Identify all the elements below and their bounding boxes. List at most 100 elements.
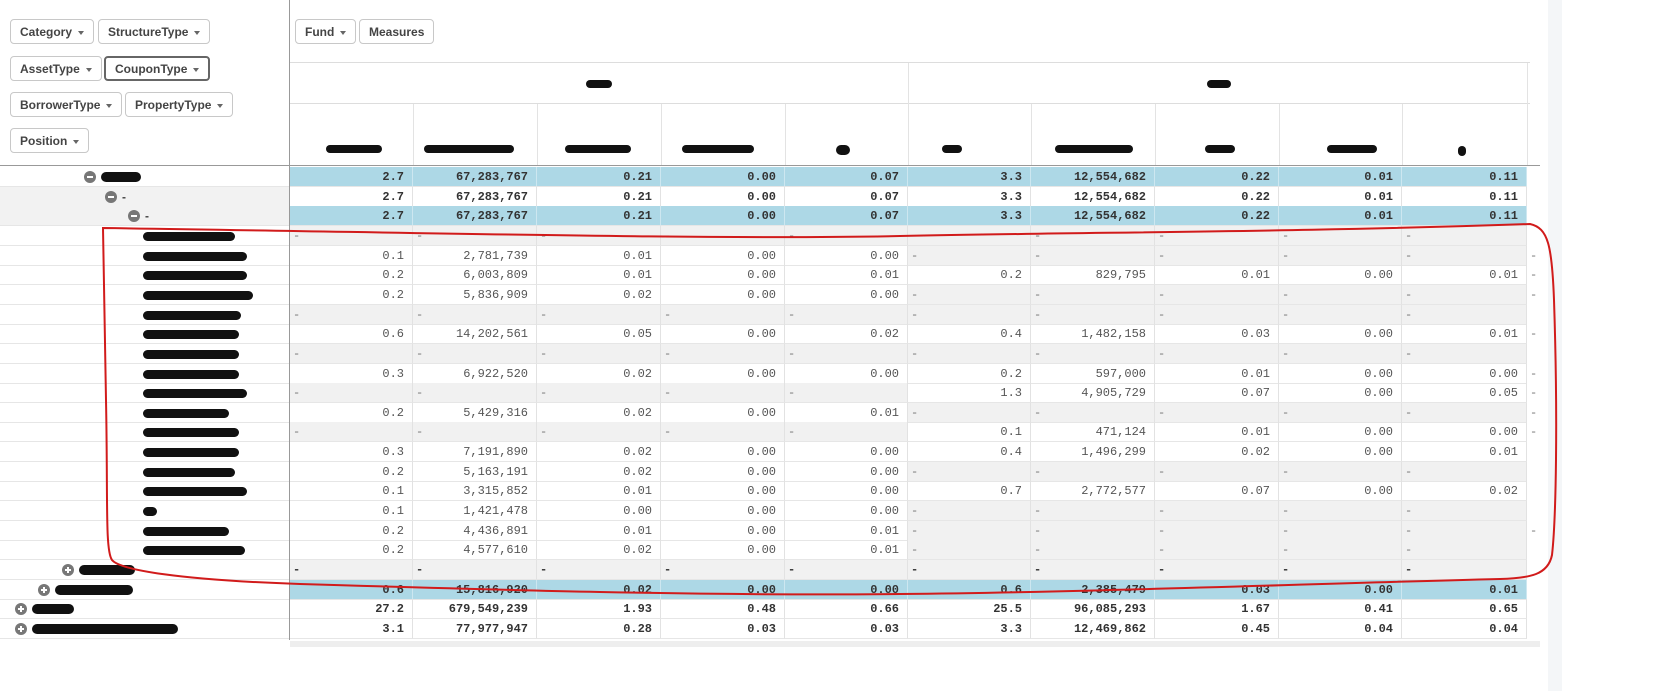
value-cell: 0.22 (1155, 186, 1279, 207)
chip-label: CouponType (115, 62, 188, 76)
value-cell: 3.3 (908, 206, 1031, 227)
value-cell: - (290, 422, 413, 443)
value-cell: - (413, 422, 537, 443)
value-cell: 0.07 (785, 167, 908, 187)
measure-divider (1279, 104, 1280, 165)
redacted-row-label (32, 604, 74, 615)
value-cell: - (290, 560, 413, 580)
redacted-measure-header (326, 145, 382, 153)
value-cell: 67,283,767 (413, 206, 537, 227)
value-cell: - (785, 343, 908, 364)
value-cell: 0.03 (661, 618, 785, 639)
value-cell: - (1031, 540, 1155, 561)
vertical-scrollbar[interactable] (1548, 0, 1562, 691)
fund-divider (908, 63, 909, 165)
value-cell: - (1155, 225, 1279, 246)
value-cell: 0.01 (1279, 186, 1402, 207)
value-cell: - (908, 402, 1031, 423)
chip-label: StructureType (108, 25, 189, 39)
value-cell: 0.00 (661, 206, 785, 227)
horizontal-scrollbar[interactable] (290, 641, 1540, 647)
expand-plus-icon[interactable] (15, 622, 27, 635)
table-row-leaf: 0.2 5,163,191 0.02 0.00 0.00- - - - - (0, 461, 1540, 482)
value-cell: 0.00 (661, 363, 785, 384)
table-row-leaf: 0.2 6,003,809 0.01 0.00 0.01 0.2 829,795 0.01 0.… (0, 265, 1540, 286)
measure-divider (1155, 104, 1156, 165)
column-chip-fund[interactable]: Fund (295, 19, 357, 44)
value-cell: 0.01 (1279, 206, 1402, 227)
value-cell: 0.02 (537, 442, 661, 463)
value-cell: - (1402, 284, 1527, 305)
column-chip-measures[interactable]: Measures (359, 19, 435, 44)
value-cell-partial: - (1527, 402, 1540, 423)
value-cell: 0.04 (1402, 618, 1527, 639)
collapse-minus-icon[interactable] (84, 171, 96, 183)
redacted-measure-header (424, 145, 514, 153)
collapse-minus-icon[interactable] (105, 190, 117, 203)
value-cell: 0.01 (785, 402, 908, 423)
row-header[interactable] (0, 167, 289, 187)
dimension-chip-coupontype[interactable]: CouponType (104, 56, 211, 81)
dimension-chip-structuretype[interactable]: StructureType (98, 19, 211, 44)
value-cell: 0.02 (537, 461, 661, 482)
value-cell: 0.00 (1402, 363, 1527, 384)
caret-down-icon (193, 67, 200, 72)
dimension-chip-borrowertype[interactable]: BorrowerType (10, 92, 123, 117)
value-cell-partial (1527, 304, 1540, 325)
value-cell: 0.02 (1155, 442, 1279, 463)
expand-plus-icon[interactable] (62, 564, 74, 576)
table-row-leaf: - - - - -1.3 4,905,729 0.07 0.00 0.05- (0, 383, 1540, 404)
dimension-chip-position[interactable]: Position (10, 128, 90, 153)
value-cell: - (1402, 245, 1527, 266)
expand-plus-icon[interactable] (15, 603, 27, 616)
value-cell: - (290, 225, 413, 246)
measure-divider (537, 104, 538, 165)
value-cell: 1.67 (1155, 599, 1279, 620)
value-cell: 0.1 (908, 422, 1031, 443)
value-cell: 0.01 (537, 245, 661, 266)
value-cell: 0.00 (1279, 324, 1402, 345)
row-header[interactable]: - (0, 206, 289, 227)
row-header (0, 481, 289, 502)
value-cell: 679,549,239 (413, 599, 537, 620)
value-cell: - (908, 225, 1031, 246)
chip-label: Position (20, 134, 68, 148)
expand-plus-icon[interactable] (38, 583, 50, 596)
redacted-row-label (143, 467, 235, 477)
value-cell: 2,781,739 (413, 245, 537, 266)
value-cell: - (1155, 304, 1279, 325)
value-cell: 0.6 (290, 324, 413, 345)
dimension-chip-propertytype[interactable]: PropertyType (125, 92, 234, 117)
redacted-row-label (101, 172, 141, 182)
fund-divider (1527, 63, 1528, 165)
row-header (0, 344, 289, 364)
value-cell: - (1031, 501, 1155, 522)
row-header[interactable]: - (0, 186, 289, 207)
table-row-leaf: 0.2 4,577,610 0.02 0.00 0.01- - - - - (0, 540, 1540, 561)
value-cell: - (1155, 402, 1279, 423)
row-header[interactable] (0, 560, 289, 580)
value-cell: 0.03 (1155, 579, 1279, 600)
dimension-chip-assettype[interactable]: AssetType (10, 56, 102, 81)
row-header[interactable] (0, 599, 289, 620)
table-row-leaf: 0.3 6,922,520 0.02 0.00 0.00 0.2 597,000 0.01 0.… (0, 363, 1540, 384)
value-cell: 0.00 (1279, 383, 1402, 404)
row-header (0, 226, 289, 246)
value-cell: 2.7 (290, 167, 413, 187)
dimension-chip-category[interactable]: Category (10, 19, 95, 44)
value-cell: - (908, 304, 1031, 325)
value-cell: 3.1 (290, 618, 413, 639)
value-cell: 0.65 (1402, 599, 1527, 620)
value-cell: 0.02 (537, 540, 661, 561)
value-cell: - (908, 540, 1031, 561)
value-cell: 0.2 (290, 284, 413, 305)
value-cell: - (908, 284, 1031, 305)
value-cell-partial (1527, 225, 1540, 246)
table-row-leaf: 0.3 7,191,890 0.02 0.00 0.00 0.4 1,496,299 0.02… (0, 442, 1540, 463)
value-cell: 0.01 (785, 540, 908, 561)
row-header[interactable] (0, 619, 289, 639)
measure-divider (413, 104, 414, 165)
collapse-minus-icon[interactable] (128, 210, 140, 223)
value-cell-partial (1527, 442, 1540, 463)
row-header[interactable] (0, 580, 289, 600)
